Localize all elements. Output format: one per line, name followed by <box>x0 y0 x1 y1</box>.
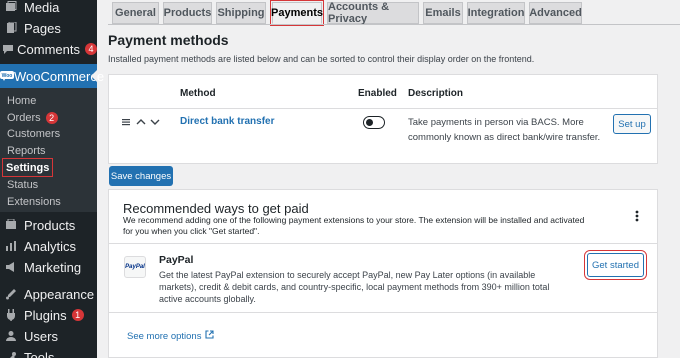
plugins-count-badge: 1 <box>71 309 84 321</box>
svg-text:Woo: Woo <box>2 73 13 79</box>
tab-label: Advanced <box>529 7 582 19</box>
tab-payments[interactable]: Payments <box>270 0 324 26</box>
enabled-toggle[interactable] <box>363 116 385 129</box>
submenu-item-label: Settings <box>6 161 50 174</box>
submenu-item-label: Orders <box>7 111 41 124</box>
sidebar-item-plugins[interactable]: Plugins 1 <box>0 305 97 325</box>
woocommerce-icon: Woo <box>0 69 14 84</box>
recommended-title: Recommended ways to get paid <box>123 201 309 216</box>
sidebar-item-tools[interactable]: Tools <box>0 347 97 358</box>
external-link-icon <box>205 330 215 342</box>
drag-handle-icon[interactable] <box>122 117 130 129</box>
column-header-description: Description <box>408 88 464 99</box>
tab-emails[interactable]: Emails <box>423 2 463 24</box>
tab-divider <box>108 24 680 25</box>
see-more-options-link[interactable]: See more options <box>127 330 215 342</box>
sidebar-item-label: Comments <box>17 41 80 57</box>
sidebar-item-label: Tools <box>24 349 55 358</box>
submenu-item-status[interactable]: Status <box>7 176 38 193</box>
sidebar-item-marketing[interactable]: Marketing <box>0 257 97 277</box>
set-up-button[interactable]: Set up <box>613 114 651 134</box>
tools-icon <box>0 351 22 358</box>
sidebar-item-comments[interactable]: Comments 4 <box>0 39 97 59</box>
tab-label: Shipping <box>217 7 265 19</box>
submenu-item-label: Extensions <box>7 195 61 208</box>
table-divider <box>109 108 657 109</box>
submenu-item-label: Home <box>7 94 37 107</box>
column-header-enabled: Enabled <box>358 88 397 99</box>
sidebar-item-label: Products <box>24 217 76 233</box>
submenu-item-label: Reports <box>7 144 46 157</box>
sidebar-item-analytics[interactable]: Analytics <box>0 236 97 256</box>
recommended-payments-panel: Recommended ways to get paid We recommen… <box>108 189 658 358</box>
analytics-icon <box>0 240 22 252</box>
sidebar-item-label: Users <box>24 328 58 344</box>
sidebar-item-label: Marketing <box>24 259 82 275</box>
appearance-icon <box>0 288 22 300</box>
tab-shipping[interactable]: Shipping <box>216 2 266 24</box>
method-link-direct-bank-transfer[interactable]: Direct bank transfer <box>180 116 274 127</box>
users-icon <box>0 330 22 342</box>
move-down-icon[interactable] <box>150 117 160 129</box>
sidebar-item-users[interactable]: Users <box>0 326 97 346</box>
tab-label: Integration <box>467 7 525 19</box>
woocommerce-submenu: Home Orders 2 Customers Reports Settings … <box>0 88 97 212</box>
sidebar-item-label: Plugins <box>24 307 67 323</box>
tab-label: Emails <box>425 7 461 19</box>
more-options-icon[interactable] <box>635 210 639 222</box>
submenu-item-label: Status <box>7 178 39 191</box>
sidebar-item-pages[interactable]: Pages <box>0 18 97 38</box>
tab-products[interactable]: Products <box>163 2 212 24</box>
payment-methods-intro: Installed payment methods are listed bel… <box>108 54 535 64</box>
plugins-icon <box>0 309 22 321</box>
submenu-item-orders[interactable]: Orders 2 <box>7 109 58 126</box>
submenu-item-label: Customers <box>7 127 61 140</box>
see-more-label: See more options <box>127 330 202 342</box>
submenu-item-customers[interactable]: Customers <box>7 125 60 142</box>
submenu-item-settings[interactable]: Settings <box>1 158 54 177</box>
comments-count-badge: 4 <box>85 43 97 55</box>
marketing-icon <box>0 261 22 273</box>
tab-label: Payments <box>271 7 323 19</box>
move-up-icon[interactable] <box>136 117 146 129</box>
admin-sidebar: Media Pages Comments 4 Woo WooCommerce H… <box>0 0 104 358</box>
tab-advanced[interactable]: Advanced <box>529 2 582 24</box>
products-icon <box>0 219 22 231</box>
sidebar-item-label: Pages <box>24 20 61 36</box>
comments-icon <box>0 43 15 55</box>
column-header-method: Method <box>180 88 216 99</box>
tab-integration[interactable]: Integration <box>467 2 525 24</box>
sidebar-item-label: Analytics <box>24 238 77 254</box>
method-description: Take payments in person via BACS. More c… <box>408 117 601 143</box>
sidebar-item-label: Appearance <box>24 286 95 302</box>
submenu-item-home[interactable]: Home <box>7 92 36 109</box>
page-title: Payment methods <box>108 32 229 48</box>
sidebar-item-media[interactable]: Media <box>0 0 97 17</box>
orders-count-badge: 2 <box>45 111 58 124</box>
toggle-knob <box>366 118 373 126</box>
tab-general[interactable]: General <box>112 2 159 24</box>
panel-divider <box>109 243 657 244</box>
tab-label: General <box>115 7 156 19</box>
tab-label: Products <box>163 7 212 19</box>
sidebar-item-products[interactable]: Products <box>0 215 97 235</box>
payment-methods-table: Method Enabled Description Direct bank t… <box>108 74 658 164</box>
tab-label: Accounts & Privacy <box>328 1 390 25</box>
save-changes-button[interactable]: Save changes <box>109 166 173 186</box>
media-icon <box>0 1 22 13</box>
sidebar-item-label: Media <box>24 0 60 15</box>
extension-description: Get the latest PayPal extension to secur… <box>159 270 550 304</box>
recommended-intro: We recommend adding one of the following… <box>123 215 585 236</box>
submenu-item-reports[interactable]: Reports <box>7 142 46 159</box>
extension-name: PayPal <box>159 254 194 266</box>
tab-accounts-privacy[interactable]: Accounts & Privacy <box>327 1 419 25</box>
get-started-button[interactable]: Get started <box>584 250 647 280</box>
submenu-item-extensions[interactable]: Extensions <box>7 193 61 210</box>
panel-divider <box>109 312 657 313</box>
current-menu-arrow <box>91 70 97 82</box>
paypal-logo: PayPal <box>124 256 146 278</box>
sidebar-item-appearance[interactable]: Appearance <box>0 284 97 304</box>
pages-icon <box>0 22 22 34</box>
sidebar-item-woocommerce[interactable]: Woo WooCommerce <box>0 64 104 88</box>
